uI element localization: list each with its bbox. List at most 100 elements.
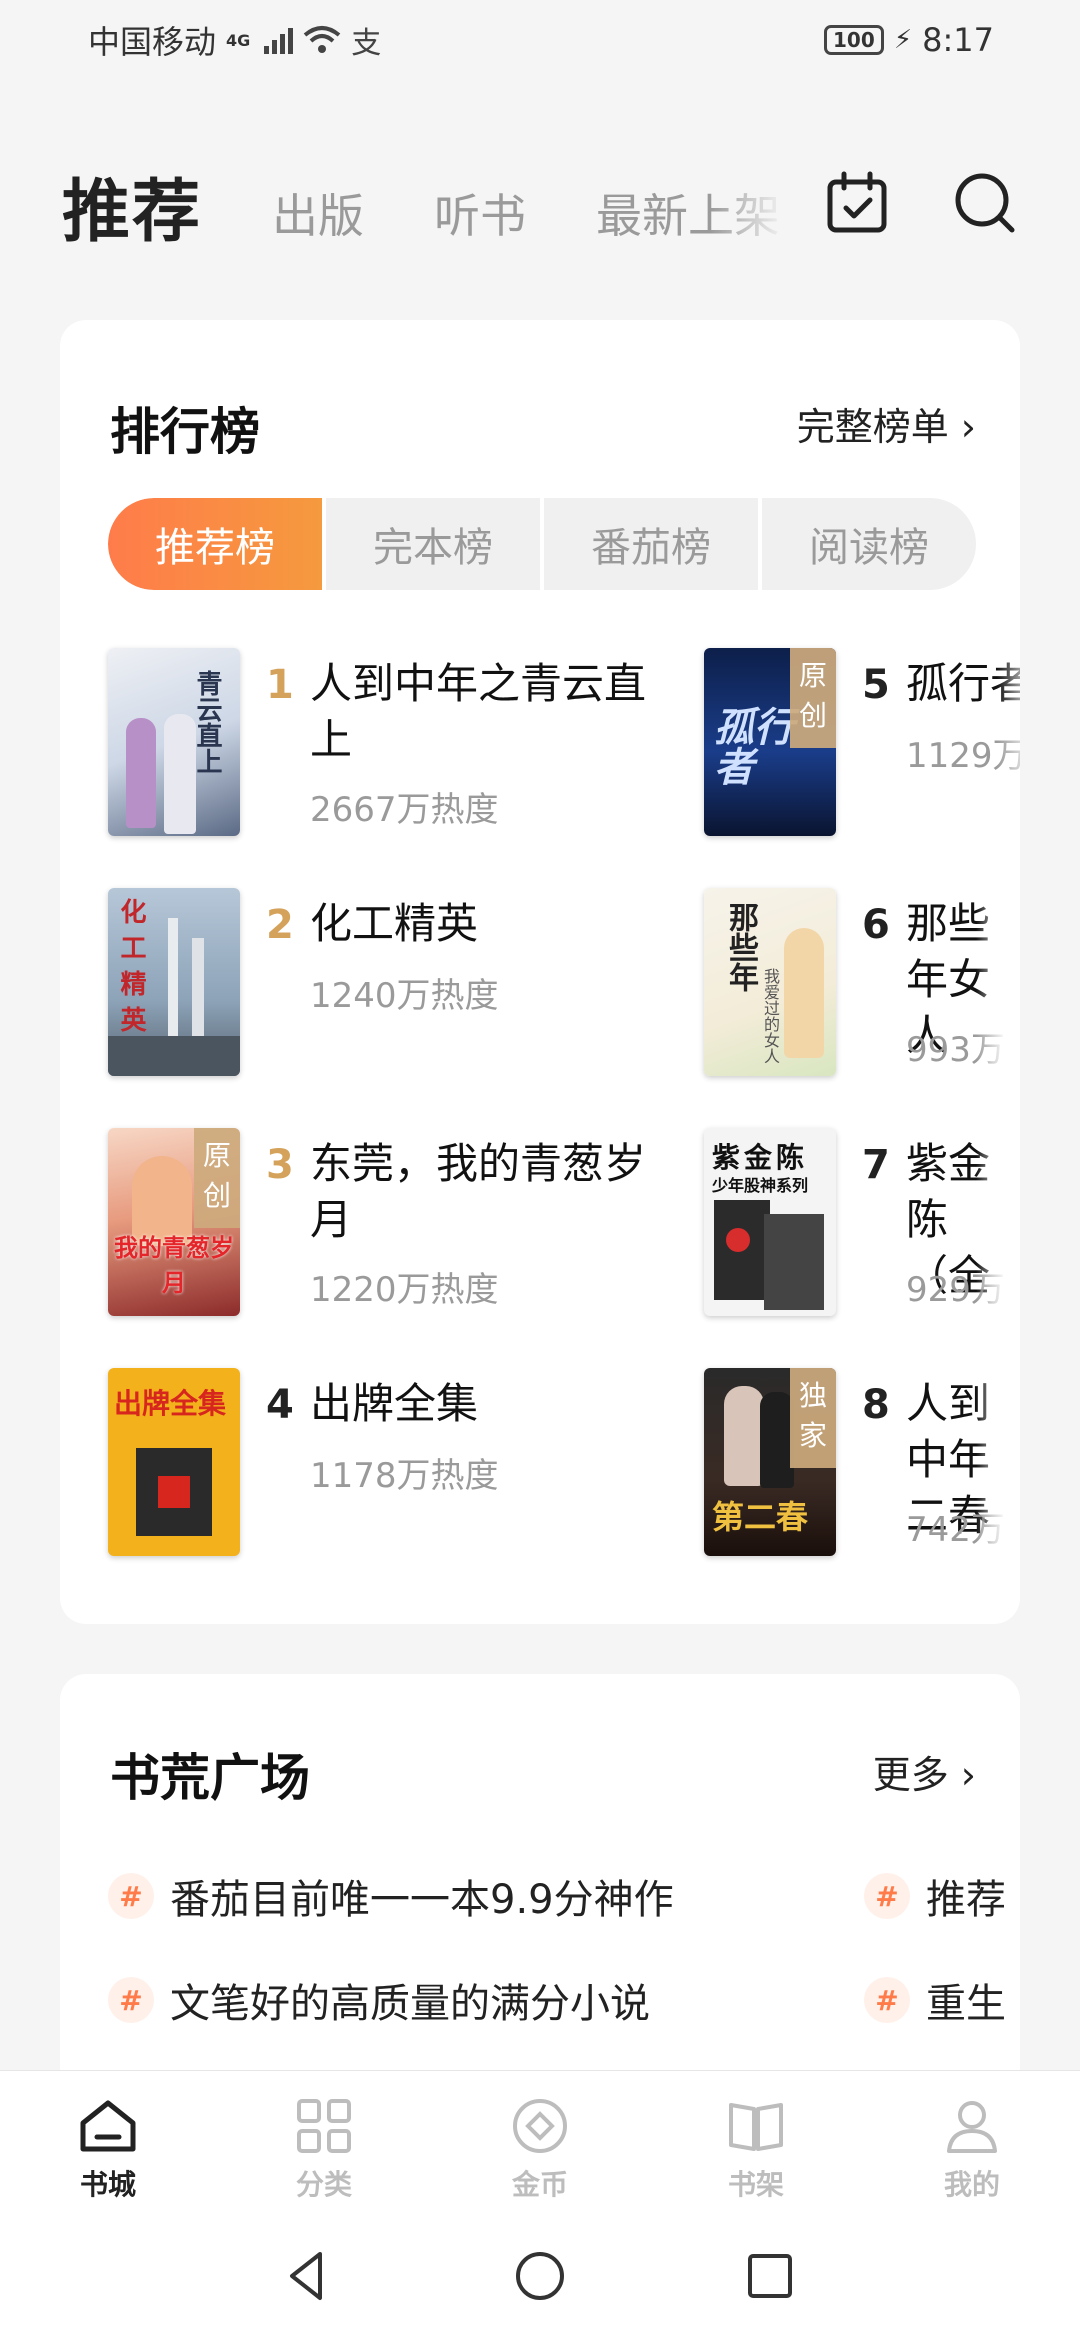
carrier-name: 中国移动: [88, 23, 217, 61]
book-cover: 第二春 独家: [704, 1368, 836, 1556]
signal-icon: [264, 26, 294, 54]
tab-publish[interactable]: 出版: [272, 180, 364, 246]
tab-recommend[interactable]: 推荐: [62, 156, 202, 255]
pay-icon: 支: [351, 26, 382, 61]
topic-label: 文笔好的高质量的满分小说: [170, 1981, 650, 2027]
topic-item[interactable]: # 文笔好的高质量的满分小说: [108, 1970, 650, 2030]
nav-bookshelf[interactable]: 书架: [648, 2071, 864, 2210]
cover-title: 化工精英: [116, 898, 146, 1042]
back-icon[interactable]: [278, 2246, 338, 2306]
ranking-book-5[interactable]: 孤行者 原创 5 孤行者 1129万: [704, 648, 1020, 838]
rank-number: 6: [862, 902, 890, 948]
hashtag-icon: #: [864, 1977, 910, 2023]
topic-item[interactable]: # 推荐: [864, 1866, 1006, 1926]
cover-subtitle: 我爱过的女人: [761, 968, 780, 1064]
book-square-card: 书荒广场 更多 › # 番茄目前唯一一本9.9分神作 # 推荐 # 文笔好的高质…: [60, 1674, 1020, 2094]
book-heat: 1129万: [906, 736, 1020, 776]
full-ranking-link[interactable]: 完整榜单 ›: [797, 396, 976, 451]
book-cover: 化工精英: [108, 888, 240, 1076]
battery-indicator: 100: [823, 25, 884, 55]
book-cover: 紫金陈 少年股神系列: [704, 1128, 836, 1316]
cover-title: 青云直上: [192, 670, 222, 774]
home-button-icon[interactable]: [510, 2246, 570, 2306]
nav-label: 分类: [295, 2168, 352, 2201]
tab-new-releases[interactable]: 最新上架: [596, 180, 786, 246]
more-link[interactable]: 更多 ›: [873, 1744, 976, 1799]
rank-number: 2: [266, 902, 294, 948]
ranking-book-6[interactable]: 那些年 我爱过的女人 6 那些年女人 993万: [704, 888, 1020, 1078]
rank-number: 1: [266, 662, 294, 708]
bottom-nav: 书城 分类 金币 书架 我的: [0, 2070, 1080, 2210]
book-title: 出牌全集: [310, 1379, 479, 1428]
rank-number: 8: [862, 1382, 890, 1428]
tab-audiobook[interactable]: 听书: [434, 180, 526, 246]
topic-item[interactable]: # 番茄目前唯一一本9.9分神作: [108, 1866, 674, 1926]
search-icon[interactable]: [952, 170, 1018, 236]
ranking-book-1[interactable]: 青云直上 1 人到中年之青云直上 2667万热度: [108, 648, 668, 838]
topic-label: 番茄目前唯一一本9.9分神作: [170, 1877, 674, 1923]
grid-icon: [297, 2099, 351, 2153]
ranking-card: 排行榜 完整榜单 › 推荐榜 完本榜 番茄榜 阅读榜 青云直上 1 人到中年之青…: [60, 320, 1020, 1624]
hashtag-icon: #: [864, 1873, 910, 1919]
topic-item[interactable]: # 重生: [864, 1970, 1006, 2030]
nav-coins[interactable]: 金币: [432, 2071, 648, 2210]
cover-title: 那些年: [723, 902, 758, 992]
book-cover: 那些年 我爱过的女人: [704, 888, 836, 1076]
book-square-title: 书荒广场: [110, 1749, 310, 1807]
profile-icon: [947, 2101, 997, 2153]
calendar-check-icon[interactable]: [824, 170, 890, 236]
book-heat: 742万: [906, 1510, 1005, 1550]
book-heat: 1178万热度: [310, 1456, 499, 1496]
nav-label: 我的: [943, 2168, 1000, 2201]
cover-title: 第二春: [712, 1498, 809, 1536]
nav-category[interactable]: 分类: [216, 2071, 432, 2210]
rank-number: 5: [862, 662, 890, 708]
cover-subtitle: 少年股神系列: [712, 1176, 809, 1195]
rank-number: 7: [862, 1142, 890, 1188]
system-nav-bar: [0, 2210, 1080, 2340]
segment-recommend[interactable]: 推荐榜: [108, 498, 326, 590]
book-heat: 993万: [906, 1030, 1005, 1070]
badge-original: 原创: [790, 648, 836, 748]
ranking-book-7[interactable]: 紫金陈 少年股神系列 7 紫金陈（全 929万: [704, 1128, 1020, 1318]
top-header: 推荐 出版 听书 最新上架: [0, 150, 1080, 260]
book-cover: 出牌全集: [108, 1368, 240, 1556]
segment-reading[interactable]: 阅读榜: [762, 498, 976, 590]
ranking-book-8[interactable]: 第二春 独家 8 人到中年二春 742万: [704, 1368, 1020, 1558]
charging-icon: ⚡: [893, 25, 913, 55]
segment-completed[interactable]: 完本榜: [326, 498, 544, 590]
topic-label: 重生: [926, 1981, 1006, 2027]
hashtag-icon: #: [108, 1873, 154, 1919]
nav-label: 书城: [79, 2168, 136, 2201]
book-cover: 我的青葱岁月 原创: [108, 1128, 240, 1316]
nav-bookstore[interactable]: 书城: [0, 2071, 216, 2210]
cover-title: 出牌全集: [114, 1387, 227, 1420]
book-heat: 1240万热度: [310, 976, 499, 1016]
nav-profile[interactable]: 我的: [864, 2071, 1080, 2210]
nav-label: 金币: [511, 2168, 568, 2201]
book-title: 化工精英: [310, 899, 479, 948]
hashtag-icon: #: [108, 1977, 154, 2023]
book-heat: 2667万热度: [310, 790, 499, 830]
book-heat: 929万: [906, 1270, 1005, 1310]
clock: 8:17: [922, 21, 994, 59]
ranking-book-3[interactable]: 我的青葱岁月 原创 3 东莞，我的青葱岁月 1220万热度: [108, 1128, 668, 1318]
bookshelf-icon: [729, 2103, 783, 2151]
book-cover: 孤行者 原创: [704, 648, 836, 836]
ranking-book-4[interactable]: 出牌全集 4 出牌全集 1178万热度: [108, 1368, 668, 1558]
ranking-book-2[interactable]: 化工精英 2 化工精英 1240万热度: [108, 888, 668, 1078]
ranking-segment-control: 推荐榜 完本榜 番茄榜 阅读榜: [108, 498, 976, 590]
book-title: 人到中年之青云直上: [310, 659, 647, 764]
topic-label: 推荐: [926, 1877, 1006, 1923]
ranking-title: 排行榜: [110, 403, 260, 461]
rank-number: 4: [266, 1382, 294, 1428]
badge-original: 原创: [194, 1128, 240, 1228]
coin-icon: [513, 2099, 567, 2153]
nav-label: 书架: [727, 2168, 784, 2201]
network-type: 4G: [226, 30, 251, 50]
wifi-icon: [304, 26, 341, 53]
badge-exclusive: 独家: [790, 1368, 836, 1468]
book-heat: 1220万热度: [310, 1270, 499, 1310]
recents-icon[interactable]: [740, 2246, 800, 2306]
segment-tomato[interactable]: 番茄榜: [544, 498, 762, 590]
